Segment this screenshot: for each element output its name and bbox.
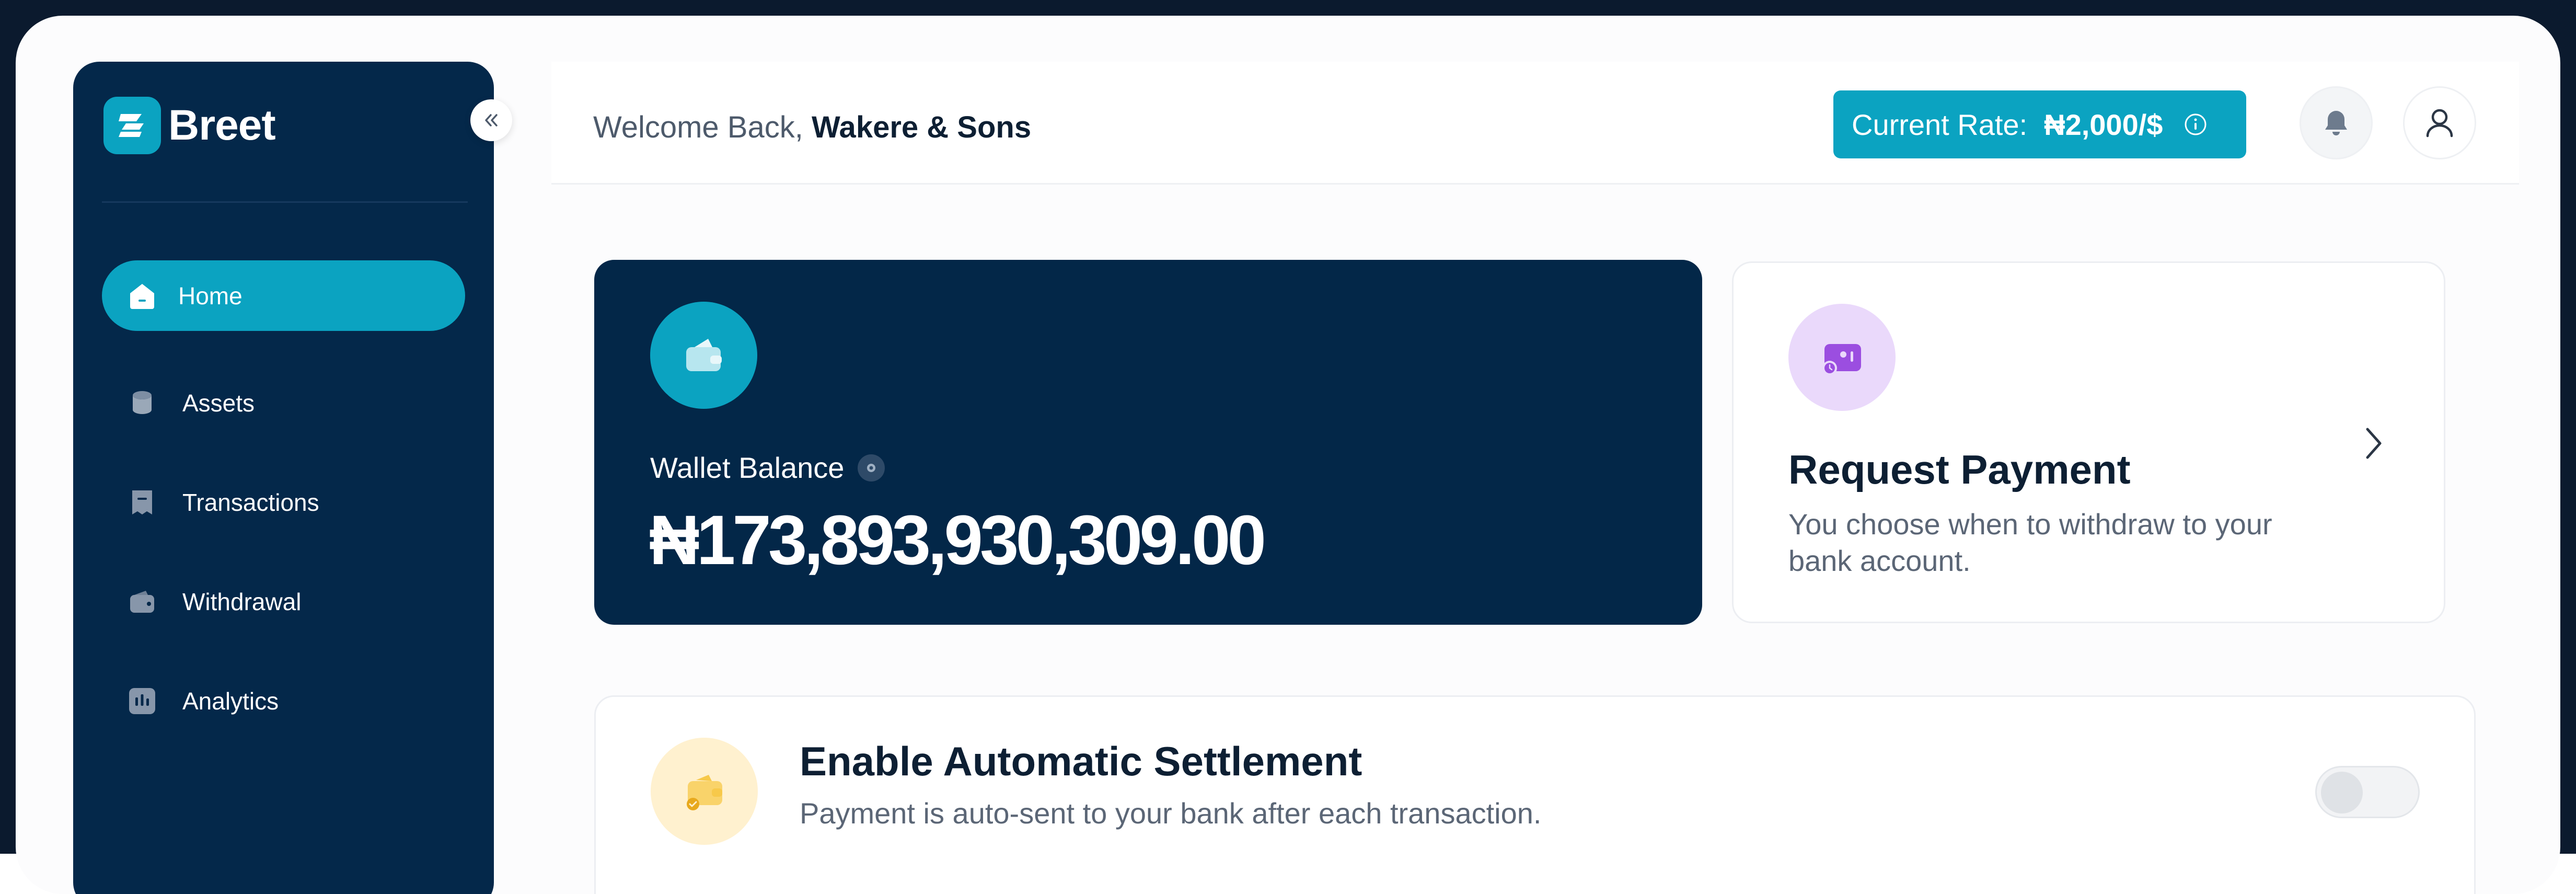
wallet-label-text: Wallet Balance bbox=[650, 451, 845, 484]
user-icon bbox=[2426, 109, 2453, 137]
welcome-message: Welcome Back, Wakere & Sons bbox=[593, 110, 1031, 145]
automatic-settlement-card: Enable Automatic Settlement Payment is a… bbox=[594, 695, 2476, 894]
wallet-balance-label: Wallet Balance bbox=[650, 451, 885, 485]
top-header: Welcome Back, Wakere & Sons Current Rate… bbox=[551, 62, 2519, 185]
notifications-button[interactable] bbox=[2300, 86, 2373, 159]
sidebar-item-label: Transactions bbox=[182, 488, 319, 516]
brand[interactable]: Breet bbox=[103, 97, 276, 154]
user-name: Wakere & Sons bbox=[811, 110, 1032, 144]
settlement-title: Enable Automatic Settlement bbox=[800, 738, 1362, 784]
rate-label: Current Rate: bbox=[1852, 108, 2028, 141]
sidebar-item-label: Analytics bbox=[182, 687, 279, 715]
sidebar-item-analytics[interactable]: Analytics bbox=[102, 666, 465, 736]
receipt-icon bbox=[127, 487, 157, 518]
rate-value: ₦2,000/$ bbox=[2044, 108, 2163, 141]
current-rate-badge[interactable]: Current Rate: ₦2,000/$ bbox=[1833, 90, 2246, 158]
wallet-balance-card: Wallet Balance ₦173,893,930,309.00 bbox=[594, 260, 1702, 625]
info-icon[interactable] bbox=[2184, 112, 2208, 136]
sidebar-item-label: Home bbox=[178, 282, 242, 310]
sidebar-item-transactions[interactable]: Transactions bbox=[102, 467, 465, 537]
wallet-check-icon bbox=[651, 738, 758, 845]
eye-icon[interactable] bbox=[858, 454, 885, 482]
wallet-icon bbox=[650, 302, 757, 409]
sidebar-item-label: Assets bbox=[182, 389, 255, 417]
sidebar: Breet Home Assets Transactions Withdrawa… bbox=[73, 62, 494, 894]
sidebar-item-label: Withdrawal bbox=[182, 588, 302, 615]
wallet-icon bbox=[127, 587, 157, 617]
request-payment-description: You choose when to withdraw to your bank… bbox=[1788, 508, 2272, 577]
bell-icon bbox=[2325, 111, 2347, 135]
breet-logo-icon bbox=[103, 97, 161, 154]
collapse-sidebar-button[interactable] bbox=[470, 99, 512, 141]
chevron-right-icon[interactable] bbox=[2358, 422, 2389, 464]
automatic-settlement-toggle[interactable] bbox=[2315, 766, 2420, 818]
wallet-balance-amount: ₦173,893,930,309.00 bbox=[649, 501, 1266, 579]
double-chevron-left-icon bbox=[485, 114, 498, 127]
settlement-description: Payment is auto-sent to your bank after … bbox=[800, 797, 1542, 830]
welcome-prefix: Welcome Back, bbox=[593, 110, 803, 144]
brand-name: Breet bbox=[168, 101, 276, 149]
chart-icon bbox=[127, 686, 157, 716]
sidebar-item-withdrawal[interactable]: Withdrawal bbox=[102, 566, 465, 637]
coins-icon bbox=[127, 388, 157, 418]
sidebar-divider bbox=[102, 201, 468, 203]
request-payment-title: Request Payment bbox=[1788, 446, 2131, 492]
sidebar-item-assets[interactable]: Assets bbox=[102, 368, 465, 438]
device-frame: Breet Home Assets Transactions Withdrawa… bbox=[0, 0, 2576, 894]
profile-button[interactable] bbox=[2403, 86, 2476, 159]
toggle-knob bbox=[2321, 772, 2363, 813]
home-icon bbox=[127, 281, 157, 311]
payment-request-icon bbox=[1788, 304, 1896, 411]
app-window: Breet Home Assets Transactions Withdrawa… bbox=[16, 16, 2560, 894]
request-payment-card[interactable]: Request Payment You choose when to withd… bbox=[1732, 261, 2445, 623]
sidebar-item-home[interactable]: Home bbox=[102, 260, 465, 331]
